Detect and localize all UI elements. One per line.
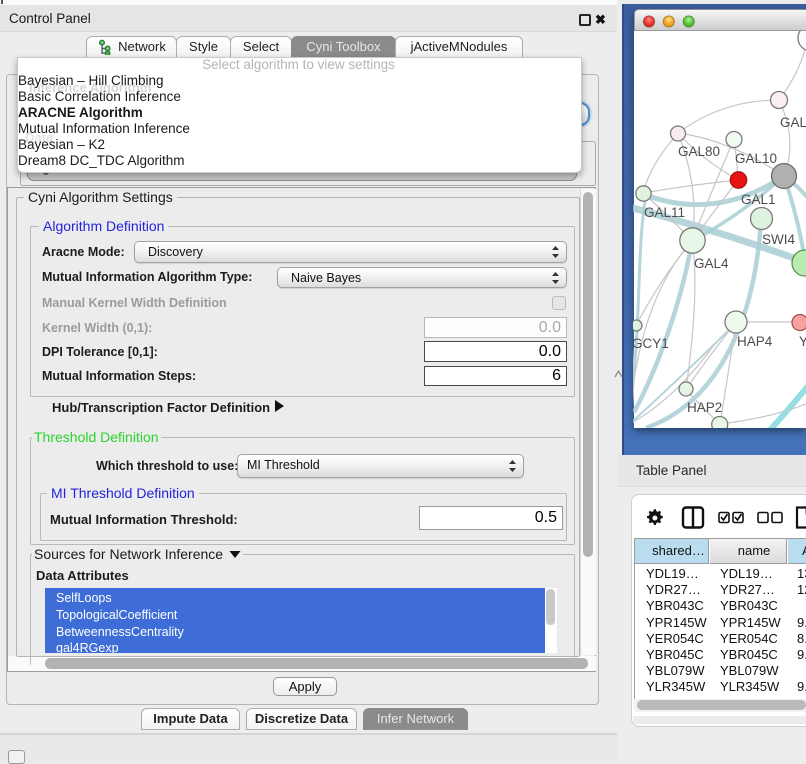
svg-text:HAP2: HAP2 (687, 400, 722, 415)
svg-text:GAL2: GAL2 (780, 115, 806, 130)
svg-text:GAL80: GAL80 (678, 144, 720, 159)
svg-text:GAL1: GAL1 (741, 192, 776, 207)
svg-text:YE: YE (799, 334, 806, 349)
svg-text:GAL10: GAL10 (735, 151, 777, 166)
svg-text:GCY1: GCY1 (633, 336, 669, 351)
svg-text:GAL11: GAL11 (644, 205, 685, 220)
svg-text:SWI4: SWI4 (762, 232, 795, 247)
svg-text:HAP4: HAP4 (737, 334, 773, 349)
svg-text:GAL4: GAL4 (694, 256, 729, 271)
